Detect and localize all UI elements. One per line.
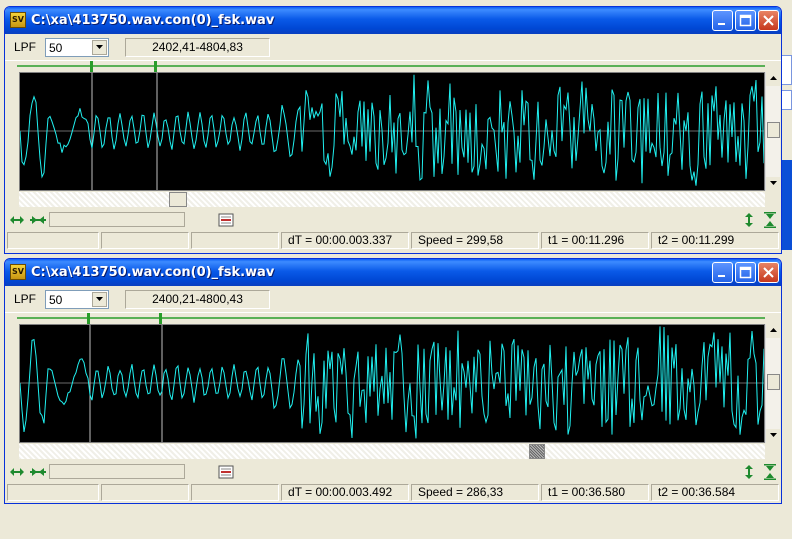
scroll-up-button[interactable] — [766, 324, 781, 338]
chevron-down-icon — [96, 45, 103, 49]
minimize-icon — [718, 275, 725, 277]
horizontal-slider[interactable] — [49, 212, 185, 227]
zoom-out-horizontal-icon[interactable] — [30, 464, 46, 480]
zoom-in-vertical-icon[interactable] — [741, 212, 757, 228]
cursor-handle-1 — [90, 61, 93, 72]
close-button[interactable] — [758, 262, 779, 283]
window-title: C:\xa\413750.wav.con(0)_fsk.wav — [31, 13, 275, 28]
arrow-down-icon — [770, 181, 777, 185]
waveform-trace — [20, 326, 764, 439]
frequency-range: 2402,41-4804,83 — [125, 38, 270, 57]
zoom-in-horizontal-icon[interactable] — [9, 212, 25, 228]
lpf-label: LPF — [14, 292, 37, 306]
scope-window-2: SV C:\xa\413750.wav.con(0)_fsk.wav LPF 5… — [4, 258, 782, 504]
lpf-select[interactable]: 50 — [45, 290, 109, 309]
lpf-select[interactable]: 50 — [45, 38, 109, 57]
zoom-out-vertical-icon[interactable] — [762, 464, 778, 480]
scroll-up-button[interactable] — [766, 72, 781, 86]
close-icon — [763, 15, 774, 26]
close-button[interactable] — [758, 10, 779, 31]
minimize-button[interactable] — [712, 10, 733, 31]
cursor-handle-2 — [154, 61, 157, 72]
waveform-display[interactable] — [19, 72, 765, 191]
waveform-display[interactable] — [19, 324, 765, 443]
horizontal-scrollbar[interactable] — [19, 192, 765, 207]
lpf-value: 50 — [49, 41, 63, 55]
horizontal-scrollbar[interactable] — [19, 444, 765, 459]
status-t1: t1 = 00:11.296 — [541, 232, 649, 249]
horizontal-slider[interactable] — [49, 464, 185, 479]
marker-icon[interactable] — [218, 464, 234, 480]
status-bar: dT = 00:00.003.337 Speed = 299,58 t1 = 0… — [5, 231, 781, 250]
arrow-up-icon — [770, 328, 777, 332]
status-panel-empty — [101, 484, 189, 501]
window-title: C:\xa\413750.wav.con(0)_fsk.wav — [31, 265, 275, 280]
status-panel-empty — [7, 484, 99, 501]
close-icon — [763, 267, 774, 278]
status-dt: dT = 00:00.003.337 — [281, 232, 409, 249]
zoom-out-vertical-icon[interactable] — [762, 212, 778, 228]
status-t2: t2 = 00:36.584 — [651, 484, 779, 501]
maximize-button[interactable] — [735, 10, 756, 31]
lpf-value: 50 — [49, 293, 63, 307]
frequency-range: 2400,21-4800,43 — [125, 290, 270, 309]
vertical-scroll-thumb[interactable] — [767, 374, 780, 390]
waveform-svg — [20, 73, 764, 190]
horizontal-scroll-thumb[interactable] — [169, 192, 187, 207]
scroll-down-button[interactable] — [766, 429, 781, 443]
status-t1: t1 = 00:36.580 — [541, 484, 649, 501]
zoom-out-horizontal-icon[interactable] — [30, 212, 46, 228]
app-icon[interactable]: SV — [10, 12, 26, 28]
minimize-button[interactable] — [712, 262, 733, 283]
toolbar: LPF 50 2400,21-4800,43 — [5, 286, 781, 313]
scope-window-1: SV C:\xa\413750.wav.con(0)_fsk.wav LPF 5… — [4, 6, 782, 254]
scroll-down-button[interactable] — [766, 177, 781, 191]
cursor-handle-2 — [159, 313, 162, 324]
time-ruler[interactable] — [17, 313, 765, 324]
status-panel-empty — [191, 232, 279, 249]
dropdown-button[interactable] — [92, 292, 107, 307]
lpf-label: LPF — [14, 40, 37, 54]
vertical-scrollbar[interactable] — [765, 72, 781, 191]
vertical-scroll-thumb[interactable] — [767, 122, 780, 138]
maximize-icon — [739, 266, 752, 279]
zoom-in-horizontal-icon[interactable] — [9, 464, 25, 480]
zoom-controls — [5, 209, 781, 231]
status-panel-empty — [7, 232, 99, 249]
maximize-icon — [739, 14, 752, 27]
arrow-down-icon — [770, 433, 777, 437]
plot-area — [5, 313, 781, 461]
status-panel-empty — [101, 232, 189, 249]
title-bar[interactable]: SV C:\xa\413750.wav.con(0)_fsk.wav — [5, 259, 781, 286]
status-speed: Speed = 299,58 — [411, 232, 539, 249]
toolbar: LPF 50 2402,41-4804,83 — [5, 34, 781, 61]
arrow-up-icon — [770, 76, 777, 80]
status-bar: dT = 00:00.003.492 Speed = 286,33 t1 = 0… — [5, 483, 781, 502]
cursor-handle-1 — [87, 313, 90, 324]
dropdown-button[interactable] — [92, 40, 107, 55]
waveform-trace — [20, 74, 764, 186]
horizontal-scroll-thumb[interactable] — [529, 444, 545, 459]
vertical-scrollbar[interactable] — [765, 324, 781, 443]
status-dt: dT = 00:00.003.492 — [281, 484, 409, 501]
waveform-svg — [20, 325, 764, 442]
minimize-icon — [718, 23, 725, 25]
marker-icon[interactable] — [218, 212, 234, 228]
status-t2: t2 = 00:11.299 — [651, 232, 779, 249]
zoom-in-vertical-icon[interactable] — [741, 464, 757, 480]
maximize-button[interactable] — [735, 262, 756, 283]
status-panel-empty — [191, 484, 279, 501]
chevron-down-icon — [96, 297, 103, 301]
plot-area — [5, 61, 781, 209]
app-icon[interactable]: SV — [10, 264, 26, 280]
title-bar[interactable]: SV C:\xa\413750.wav.con(0)_fsk.wav — [5, 7, 781, 34]
zoom-controls — [5, 461, 781, 483]
time-ruler[interactable] — [17, 61, 765, 72]
status-speed: Speed = 286,33 — [411, 484, 539, 501]
